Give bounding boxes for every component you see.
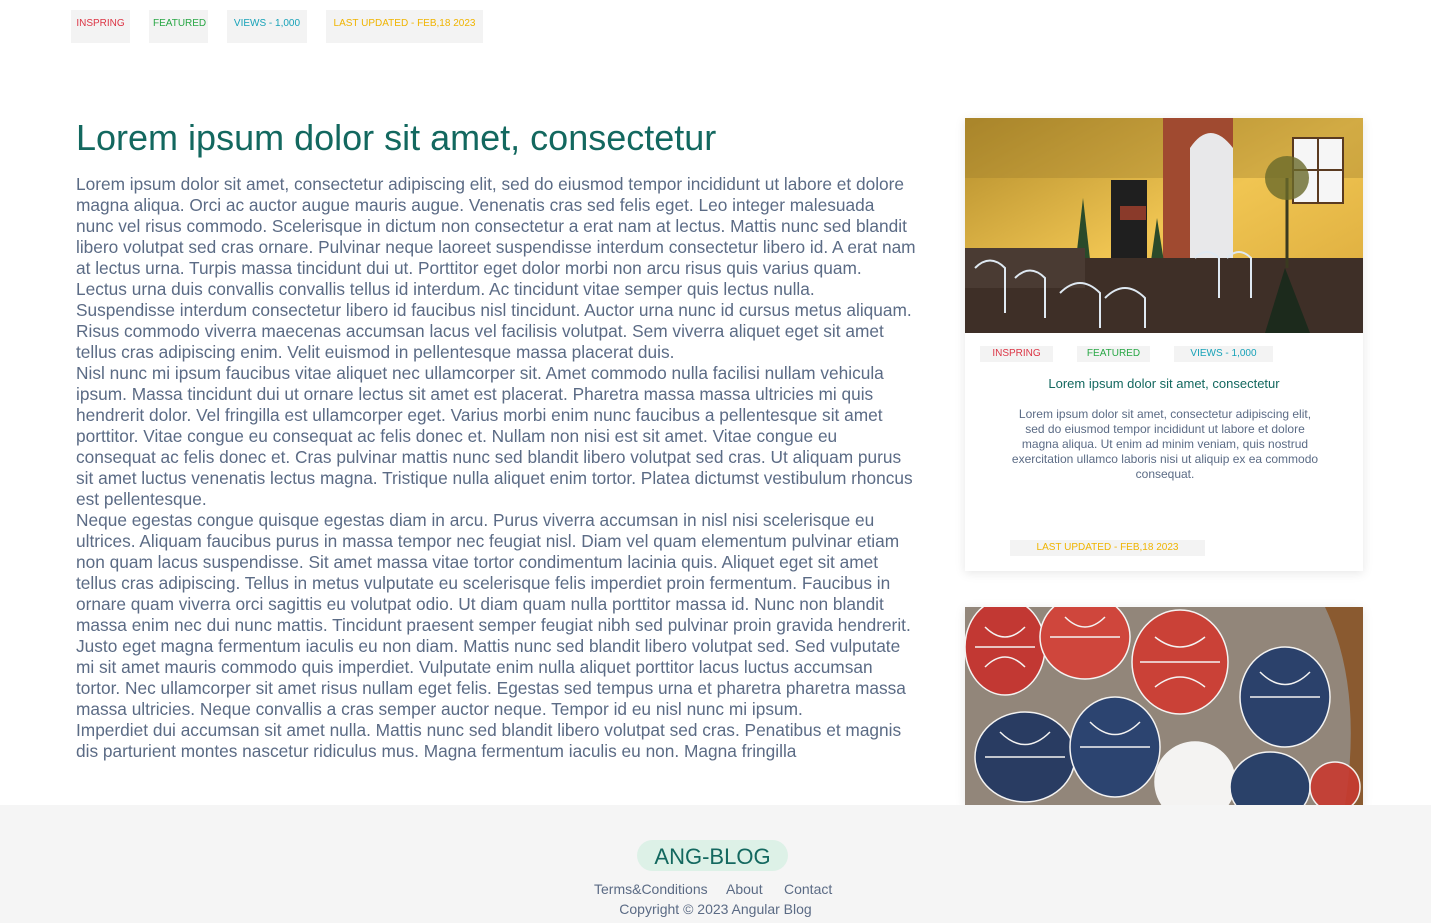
footer: ANG-BLOG Terms&Conditions About Contact … [0,805,1431,923]
article-paragraph: Lorem ipsum dolor sit amet, consectetur … [76,174,916,362]
article-paragraph: Neque egestas congue quisque egestas dia… [76,510,911,719]
tag-views: VIEWS - 1,000 [227,10,307,43]
article-body: Lorem ipsum dolor sit amet, consectetur … [76,174,916,762]
footer-link-about[interactable]: About [726,880,763,898]
card-tag-last-updated: LAST UPDATED - FEB,18 2023 [1010,540,1205,556]
tag-last-updated: LAST UPDATED - FEB,18 2023 [326,10,483,43]
post-card[interactable] [965,607,1363,805]
card-tag-featured: FEATURED [1077,346,1150,362]
card-tag-views: VIEWS - 1,000 [1174,346,1273,362]
card-tag-inspiring: INSPRING [980,346,1053,362]
article: Lorem ipsum dolor sit amet, consectetur … [76,118,916,805]
card-description: Lorem ipsum dolor sit amet, consectetur … [1011,407,1319,481]
tag-featured: FEATURED [149,10,208,43]
footer-links: Terms&Conditions About Contact [0,880,1431,898]
footer-link-contact[interactable]: Contact [784,880,832,898]
footer-link-terms[interactable]: Terms&Conditions [594,880,708,898]
brand-logo[interactable]: ANG-BLOG [637,840,788,871]
card-title[interactable]: Lorem ipsum dolor sit amet, consectetur [965,376,1363,391]
post-card[interactable]: INSPRING FEATURED VIEWS - 1,000 Lorem ip… [965,118,1363,571]
article-paragraph: Imperdiet dui accumsan sit amet nulla. M… [76,720,902,761]
article-title: Lorem ipsum dolor sit amet, consectetur [76,118,717,158]
easter-eggs-photo [965,607,1363,805]
copyright-text: Copyright © 2023 Angular Blog [619,901,812,917]
article-paragraph: Nisl nunc mi ipsum faucibus vitae alique… [76,363,913,509]
cafe-photo [965,118,1363,333]
tag-inspiring: INSPRING [71,10,130,43]
